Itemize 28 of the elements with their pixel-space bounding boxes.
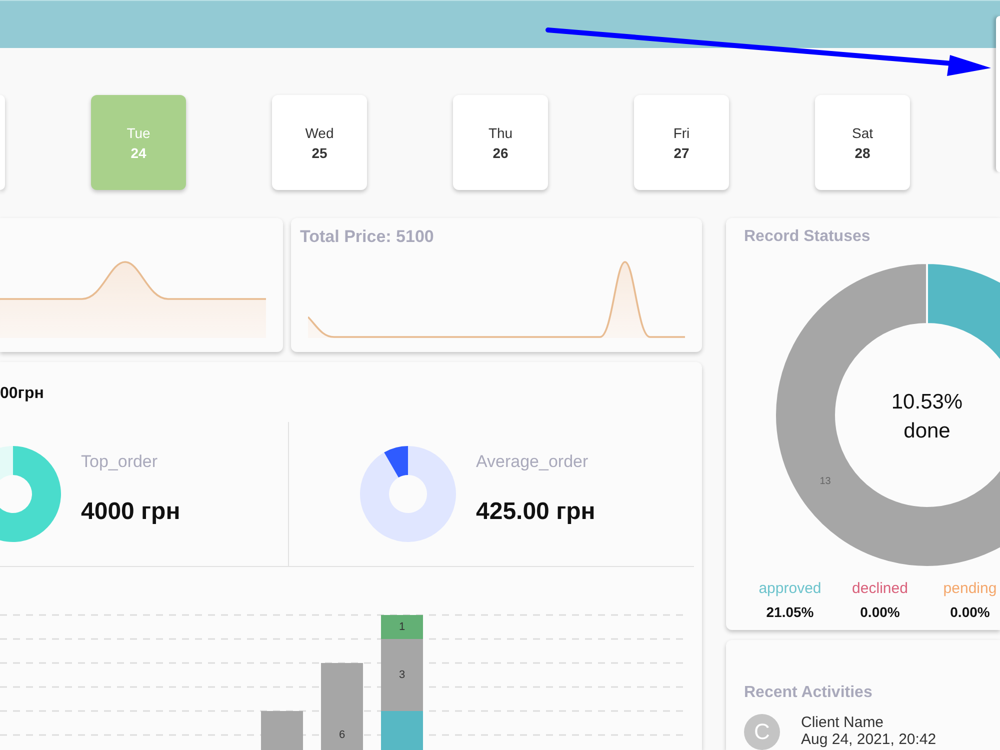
slice-value-label: 13 bbox=[820, 476, 831, 487]
donut-center-label: done bbox=[904, 420, 950, 442]
day-card[interactable]: Thu 26 bbox=[453, 95, 548, 190]
stat-value: 4000 грн bbox=[81, 498, 180, 526]
activity-time: Aug 24, 2021, 20:42 bbox=[801, 731, 936, 748]
day-card[interactable]: Sat 28 bbox=[815, 95, 910, 190]
bar-value-label: 1 bbox=[398, 621, 406, 633]
legend-label: pending bbox=[943, 580, 997, 598]
card-title: Recent Activities bbox=[744, 683, 874, 703]
stat-label: Top_order bbox=[81, 452, 159, 472]
bar-value-label: 3 bbox=[398, 669, 406, 681]
legend-label: approved bbox=[758, 580, 822, 598]
stat-label: Average_order bbox=[476, 452, 590, 472]
donut-center-value: 10.53% bbox=[891, 390, 963, 414]
card-title: Record Statuses bbox=[744, 227, 872, 247]
total-amount: 00грн bbox=[0, 384, 45, 404]
day-card[interactable]: Wed 25 bbox=[272, 95, 367, 190]
legend-value: 0.00% bbox=[950, 603, 990, 621]
client-name: Client Name bbox=[801, 714, 885, 731]
legend-value: 0.00% bbox=[860, 603, 900, 621]
legend-value: 21.05% bbox=[766, 603, 814, 621]
bar-value-label: 6 bbox=[338, 729, 346, 741]
avatar: C bbox=[744, 714, 780, 750]
day-card[interactable]: Fri 27 bbox=[634, 95, 729, 190]
stat-value: 425.00 грн bbox=[476, 498, 596, 526]
legend-label: declined bbox=[852, 580, 908, 598]
day-card[interactable] bbox=[0, 95, 5, 190]
card-title: Total Price: 5100 bbox=[300, 227, 435, 247]
